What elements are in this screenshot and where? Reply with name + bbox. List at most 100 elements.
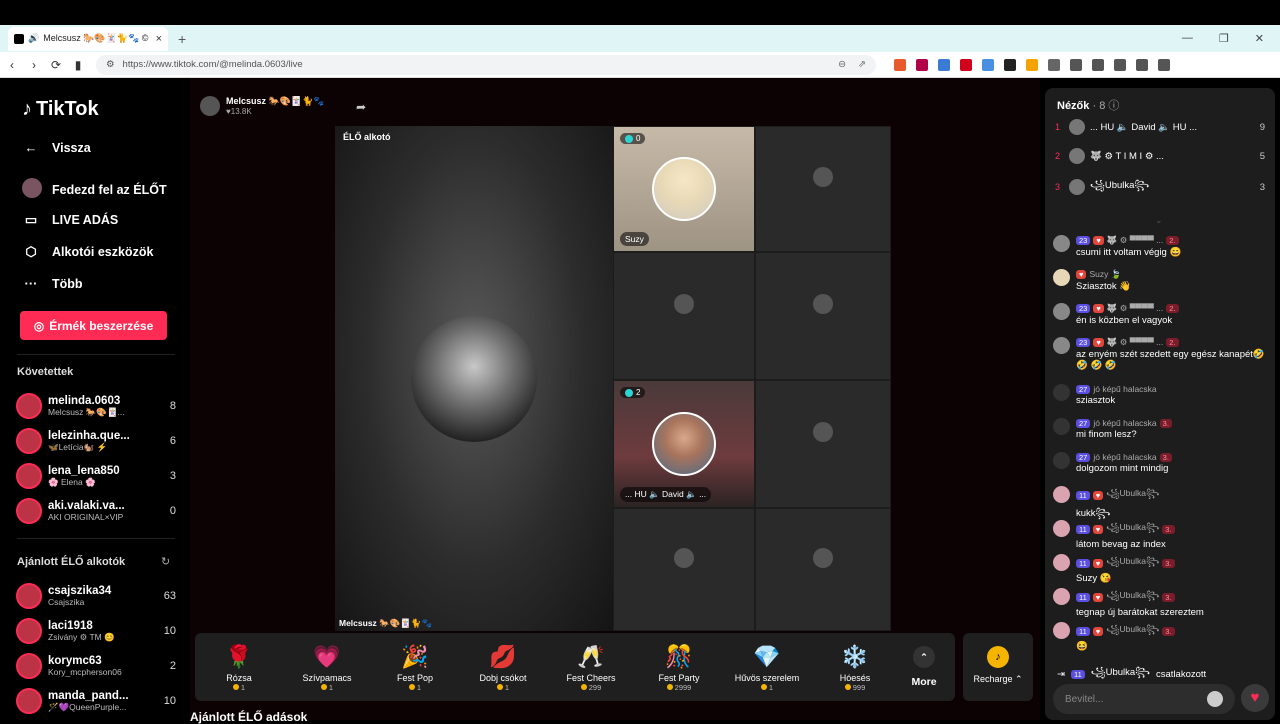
translate-icon[interactable] — [938, 58, 950, 71]
empty-seat[interactable] — [755, 252, 891, 380]
nav-more[interactable]: ··· Több — [22, 276, 83, 291]
host-video[interactable]: ÉLŐ alkotó Melcsusz 🐎🎨🃏🐈🐾 — [335, 126, 613, 631]
back-icon[interactable]: ‹ — [2, 58, 22, 72]
vpn-icon[interactable] — [1136, 58, 1148, 71]
bookmark-icon[interactable]: ▮ — [68, 58, 88, 72]
nav-back[interactable]: ← Vissza — [22, 140, 91, 155]
x-extension-icon[interactable] — [960, 58, 972, 71]
gift-heart-puff[interactable]: 💗 Szívpamacs 1 — [283, 643, 371, 692]
avatar — [1053, 269, 1070, 286]
person-placeholder-icon — [806, 422, 840, 466]
guest-tile-suzy[interactable]: 0 Suzy — [613, 126, 755, 252]
following-account[interactable]: aki.valaki.va... AKI ORIGINAL×VIP 0 — [16, 496, 176, 526]
avatar — [200, 96, 220, 116]
suggested-account[interactable]: manda_pand... 🪄💜QueenPurple... 10 — [16, 686, 176, 716]
guest-badge: 2 — [620, 387, 646, 398]
empty-seat[interactable] — [755, 380, 891, 508]
zoom-icon[interactable]: ⊖ — [838, 59, 846, 70]
avatar — [1053, 384, 1070, 401]
chat-panel: Nézők · 8 ⓘ 1 ... HU 🔈 David 🔈 HU ... 9 … — [1045, 88, 1275, 720]
extensions-toolbar — [894, 58, 1170, 71]
nav-live[interactable]: ▭ LIVE ADÁS — [22, 212, 118, 228]
color-extension-icon[interactable] — [1026, 58, 1038, 71]
suggested-account[interactable]: laci1918 Zsivány ⚙ TM 😊 10 — [16, 616, 176, 646]
streamer-info[interactable]: Melcsusz 🐎🎨🃏🐈🐾 ♥13.8K — [200, 96, 325, 116]
media-icon[interactable] — [1070, 58, 1082, 71]
chat-message: 23 ♥ 🐺 ⚙ ▀▀▀▀ ... 2. az enyém szét szedett e… — [1053, 337, 1268, 371]
url-field[interactable]: ⚙ https://www.tiktok.com/@melinda.0603/l… — [96, 54, 876, 75]
share-icon[interactable]: ➦ — [356, 100, 366, 114]
chat-input[interactable]: Bevitel... — [1053, 684, 1235, 714]
close-tab-icon[interactable]: × — [156, 33, 162, 45]
suggested-account[interactable]: korymc63 Kory_mcpherson06 2 — [16, 651, 176, 681]
empty-seat[interactable] — [613, 252, 755, 380]
gift-cool-love[interactable]: 💎 Hűvös szerelem 1 — [723, 643, 811, 692]
avatar — [1053, 588, 1070, 605]
forward-icon[interactable]: › — [24, 58, 44, 72]
avatar — [16, 428, 42, 454]
gift-fest-party[interactable]: 🎊 Fest Party 2999 — [635, 643, 723, 692]
following-account[interactable]: lena_lena850 🌸 Elena 🌸 3 — [16, 461, 176, 491]
wallet-icon[interactable] — [1114, 58, 1126, 71]
fan-badge-icon: ♥ — [1092, 558, 1104, 568]
join-notice: ⇥ 11 ꧁Ubulka꧂ csatlakozott — [1057, 667, 1207, 680]
browser-tab[interactable]: 🔊 Melcsusz 🐎🎨🃏🐈🐾 © × — [8, 26, 168, 51]
fan-badge-icon: ♥ — [1092, 626, 1104, 636]
avatar — [1053, 303, 1070, 320]
menu-icon[interactable] — [1158, 58, 1170, 71]
viewer-row[interactable]: 3 ꧁Ubulka꧂ 3 — [1055, 177, 1265, 197]
refresh-icon[interactable]: ↻ — [161, 555, 170, 568]
avatar — [16, 498, 42, 524]
following-account[interactable]: lelezinha.que... 🦋Letícia🐿️ ⚡ 6 — [16, 426, 176, 456]
viewer-row[interactable]: 2 🐺 ⚙ T I M I ⚙ ... 5 — [1055, 148, 1265, 164]
more-gifts-button[interactable]: ⌃ More — [899, 646, 949, 688]
chevron-down-icon[interactable]: ⌄ — [1155, 215, 1163, 226]
hls-extension-icon[interactable] — [982, 58, 994, 71]
chat-message: 11 ♥ ꧁Ubulka꧂ 3. Suzy 😘 — [1053, 554, 1268, 584]
tiktok-logo[interactable]: ♪ TikTok — [22, 98, 99, 121]
sidebar-toggle-icon[interactable] — [1092, 58, 1104, 71]
arrow-left-icon: ← — [24, 140, 38, 155]
recharge-button[interactable]: ♪ Recharge ⌃ — [963, 633, 1033, 701]
diamond-icon — [625, 388, 633, 397]
empty-seat[interactable] — [613, 508, 755, 631]
tiktok-favicon-icon — [14, 33, 24, 44]
reload-icon[interactable]: ⟳ — [46, 58, 66, 72]
nav-creator-tools[interactable]: ⬡ Alkotói eszközök — [22, 244, 153, 260]
gift-fest-cheers[interactable]: 🥂 Fest Cheers 299 — [547, 643, 635, 692]
gift-snowfall[interactable]: ❄️ Hóesés 999 — [811, 643, 899, 692]
avatar — [1053, 337, 1070, 354]
guest-tile-david[interactable]: 2 ... HU 🔈 David 🔈 ... — [613, 380, 755, 508]
like-heart-button[interactable]: ♥ — [1241, 684, 1269, 712]
guest-name: Suzy — [620, 232, 649, 246]
github-extension-icon[interactable] — [1004, 58, 1016, 71]
share-page-icon[interactable]: ⇗ — [858, 59, 866, 70]
restore-button[interactable]: ❐ — [1219, 32, 1229, 45]
gift-fest-pop[interactable]: 🎉 Fest Pop 1 — [371, 643, 459, 692]
gift-blow-kiss[interactable]: 💋 Dobj csókot 1 — [459, 643, 547, 692]
empty-seat[interactable] — [755, 126, 891, 252]
emoji-icon[interactable] — [1207, 691, 1223, 707]
minimize-button[interactable]: — — [1182, 32, 1193, 45]
guest-avatar — [652, 412, 716, 476]
chat-message: 23 ♥ 🐺 ⚙ ▀▀▀▀ ... 2. én is közben el vagyok — [1053, 303, 1268, 326]
gift-rose[interactable]: 🌹 Rózsa 1 — [195, 643, 283, 692]
nav-explore-live[interactable]: Fedezd fel az ÉLŐT — [22, 178, 167, 201]
following-account[interactable]: melinda.0603 Melcsusz 🐎🎨🃏... 8 — [16, 391, 176, 421]
shield-extension-icon[interactable] — [894, 58, 906, 71]
new-tab-button[interactable]: + — [178, 31, 186, 47]
suggested-account[interactable]: csajszika34 Csajszika 63 — [16, 581, 176, 611]
triangle-extension-icon[interactable] — [916, 58, 928, 71]
chat-message: 27 jó képű halacska 3. mi finom lesz? — [1053, 418, 1268, 440]
viewer-row[interactable]: 1 ... HU 🔈 David 🔈 HU ... 9 — [1055, 119, 1265, 135]
info-icon[interactable]: ⓘ — [1108, 100, 1119, 112]
get-coins-button[interactable]: ◎ Érmék beszerzése — [20, 311, 167, 340]
empty-seat[interactable] — [755, 508, 891, 631]
avatar — [1069, 148, 1085, 164]
site-info-icon[interactable]: ⚙ — [106, 59, 115, 70]
close-window-button[interactable]: ✕ — [1255, 32, 1264, 45]
fan-badge-icon: ♥ — [1093, 338, 1104, 347]
puzzle-extension-icon[interactable] — [1048, 58, 1060, 71]
following-heading: Követettek — [17, 366, 74, 378]
viewers-heading[interactable]: Nézők · 8 ⓘ — [1057, 97, 1119, 113]
